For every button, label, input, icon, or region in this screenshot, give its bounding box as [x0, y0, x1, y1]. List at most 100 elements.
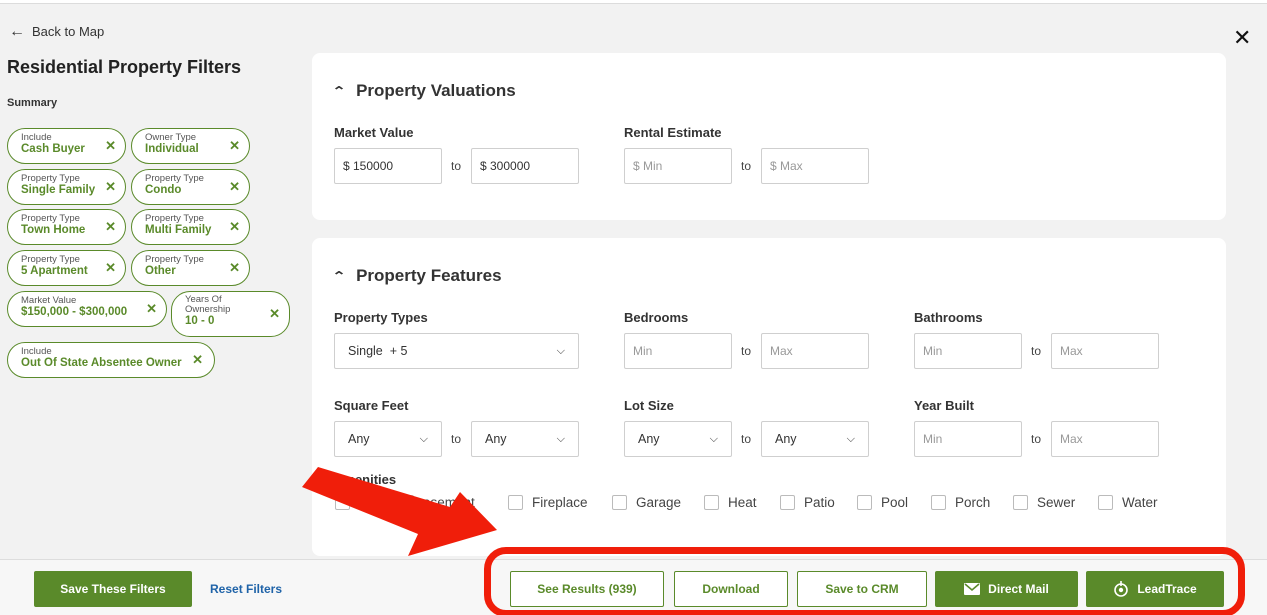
year-built-max-input[interactable]: Max — [1051, 421, 1159, 457]
chevron-down-icon: ⌵ — [846, 432, 855, 445]
remove-chip-icon[interactable]: ✕ — [105, 138, 116, 154]
amenity-label: Heat — [728, 495, 757, 510]
property-valuations-card: ⌃ Property Valuations Market Value $ 150… — [312, 53, 1226, 220]
amenity-checkbox-fireplace[interactable]: Fireplace — [508, 495, 588, 510]
direct-mail-label: Direct Mail — [988, 582, 1049, 596]
chip-key: Property Type — [145, 254, 204, 265]
remove-chip-icon[interactable]: ✕ — [105, 260, 116, 276]
remove-chip-icon[interactable]: ✕ — [146, 301, 157, 317]
bathrooms-max-input[interactable]: Max — [1051, 333, 1159, 369]
reset-filters-link[interactable]: Reset Filters — [210, 582, 282, 596]
checkbox-box[interactable] — [335, 495, 350, 510]
chip-value: $150,000 - $300,000 — [21, 306, 128, 318]
save-to-crm-button[interactable]: Save to CRM — [797, 571, 927, 607]
chip-value: Single Family — [21, 184, 96, 196]
filter-chip: Include Out Of State Absentee Owner ✕ — [7, 342, 215, 378]
property-valuations-title: Property Valuations — [356, 81, 516, 100]
square-feet-max-select[interactable]: Any ⌵ — [471, 421, 579, 457]
remove-chip-icon[interactable]: ✕ — [229, 138, 240, 154]
property-features-header[interactable]: ⌃ Property Features — [332, 266, 502, 286]
chip-key: Include — [21, 132, 52, 143]
checkbox-box[interactable] — [1013, 495, 1028, 510]
property-valuations-header[interactable]: ⌃ Property Valuations — [331, 81, 516, 101]
filter-chip: Property Type Single Family ✕ — [7, 169, 126, 205]
amenity-label: Pool — [881, 495, 909, 510]
amenity-label: Patio — [804, 495, 835, 510]
remove-chip-icon[interactable]: ✕ — [105, 219, 116, 235]
rental-estimate-min-input[interactable]: $ Min — [624, 148, 732, 184]
rental-estimate-max-input[interactable]: $ Max — [761, 148, 869, 184]
checkbox-box[interactable] — [780, 495, 795, 510]
year-built-min-input[interactable]: Min — [914, 421, 1022, 457]
see-results-button[interactable]: See Results (939) — [510, 571, 664, 607]
market-value-max-input[interactable]: $ 300000 — [471, 148, 579, 184]
lot-size-min-value: Any — [638, 432, 660, 446]
amenity-checkbox-garage[interactable]: Garage — [612, 495, 681, 510]
to-label: to — [741, 344, 752, 358]
bathrooms-min-input[interactable]: Min — [914, 333, 1022, 369]
chip-value: Town Home — [21, 224, 86, 236]
property-types-value: Single + 5 — [348, 344, 408, 358]
amenity-checkbox-porch[interactable]: Porch — [931, 495, 990, 510]
remove-chip-icon[interactable]: ✕ — [229, 219, 240, 235]
lot-size-max-select[interactable]: Any ⌵ — [761, 421, 869, 457]
direct-mail-button[interactable]: Direct Mail — [935, 571, 1078, 607]
amenity-checkbox-pool[interactable]: Pool — [857, 495, 908, 510]
checkbox-box[interactable] — [1098, 495, 1113, 510]
download-button[interactable]: Download — [674, 571, 788, 607]
square-feet-min-select[interactable]: Any ⌵ — [334, 421, 442, 457]
to-label: to — [741, 432, 752, 446]
checkbox-box[interactable] — [704, 495, 719, 510]
to-label: to — [451, 432, 462, 446]
amenity-checkbox[interactable] — [335, 495, 359, 510]
remove-chip-icon[interactable]: ✕ — [229, 179, 240, 195]
checkbox-box[interactable] — [857, 495, 872, 510]
checkbox-box[interactable] — [931, 495, 946, 510]
bedrooms-min-input[interactable]: Min — [624, 333, 732, 369]
property-features-title: Property Features — [356, 266, 502, 285]
checkbox-box[interactable] — [508, 495, 523, 510]
save-filters-button[interactable]: Save These Filters — [34, 571, 192, 607]
chip-key: Include — [21, 346, 52, 357]
filter-chip: Market Value $150,000 - $300,000 ✕ — [7, 291, 167, 327]
amenity-checkbox-heat[interactable]: Heat — [704, 495, 757, 510]
target-icon — [1114, 581, 1129, 597]
back-to-map-label: Back to Map — [32, 24, 105, 39]
remove-chip-icon[interactable]: ✕ — [229, 260, 240, 276]
chip-key: Market Value — [21, 295, 77, 306]
remove-chip-icon[interactable]: ✕ — [192, 352, 203, 368]
property-types-select[interactable]: Single + 5 ⌵ — [334, 333, 579, 369]
chip-value: 5 Apartment — [21, 265, 88, 277]
chip-key: Years Of Ownership — [185, 294, 231, 315]
amenity-checkbox-water[interactable]: Water — [1098, 495, 1158, 510]
top-border — [0, 0, 1267, 4]
filter-chip: Property Type 5 Apartment ✕ — [7, 250, 126, 286]
lot-size-max-value: Any — [775, 432, 797, 446]
checkbox-box[interactable] — [612, 495, 627, 510]
amenity-checkbox-patio[interactable]: Patio — [780, 495, 835, 510]
summary-heading: Summary — [7, 97, 58, 109]
amenity-checkbox-basement[interactable]: asement — [399, 495, 475, 510]
chevron-up-icon: ⌃ — [331, 84, 347, 98]
close-icon[interactable]: ✕ — [1233, 25, 1251, 51]
chip-key: Property Type — [145, 173, 204, 184]
filter-chip: Property Type Multi Family ✕ — [131, 209, 250, 245]
leadtrace-button[interactable]: LeadTrace — [1086, 571, 1224, 607]
back-to-map-link[interactable]: ← Back to Map — [9, 23, 105, 39]
chip-value: Individual — [145, 143, 199, 155]
remove-chip-icon[interactable]: ✕ — [105, 179, 116, 195]
property-types-label: Property Types — [334, 310, 428, 325]
square-feet-min-value: Any — [348, 432, 370, 446]
bathrooms-label: Bathrooms — [914, 310, 983, 325]
amenity-checkbox-sewer[interactable]: Sewer — [1013, 495, 1075, 510]
amenity-label: Porch — [955, 495, 991, 510]
market-value-min-input[interactable]: $ 150000 — [334, 148, 442, 184]
chip-value: 10 - 0 — [185, 315, 215, 327]
bedrooms-max-input[interactable]: Max — [761, 333, 869, 369]
filter-chip: Property Type Condo ✕ — [131, 169, 250, 205]
leadtrace-label: LeadTrace — [1137, 582, 1197, 596]
lot-size-min-select[interactable]: Any ⌵ — [624, 421, 732, 457]
remove-chip-icon[interactable]: ✕ — [269, 306, 280, 322]
checkbox-box[interactable] — [399, 495, 414, 510]
chevron-down-icon: ⌵ — [556, 432, 565, 445]
